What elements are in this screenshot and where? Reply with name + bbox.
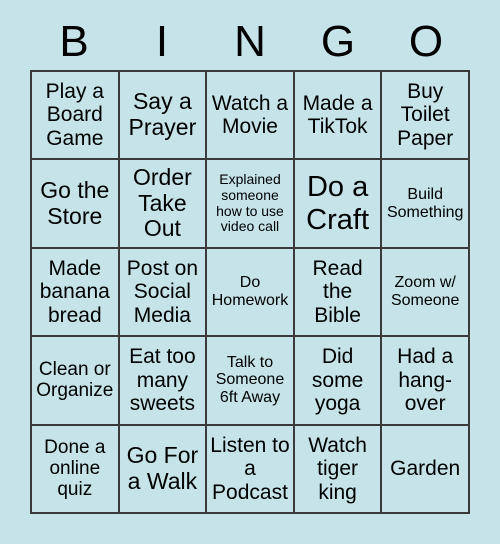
bingo-cell-label: Zoom w/ Someone <box>390 274 460 309</box>
bingo-header: B I N G O <box>30 14 470 70</box>
bingo-cell-label: Made a TikTok <box>302 91 373 139</box>
bingo-cell[interactable]: Watch tiger king <box>294 425 383 514</box>
bingo-cell-label: Did some yoga <box>311 345 364 416</box>
bingo-cell[interactable]: Build Something <box>382 160 470 249</box>
bingo-cell-label: Go the Store <box>40 176 110 229</box>
bingo-cell[interactable]: Say a Prayer <box>119 72 208 161</box>
bingo-cell[interactable]: Go the Store <box>32 160 120 249</box>
header-letter-o: O <box>408 17 444 66</box>
bingo-cell[interactable]: Do Homework <box>207 248 295 338</box>
bingo-grid: Play a Board Game Say a Prayer Watch a Mov… <box>30 70 470 514</box>
bingo-cell[interactable]: Zoom w/ Someone <box>382 248 470 338</box>
bingo-cell-label: Watch tiger king <box>308 433 367 504</box>
header-letter-i: I <box>155 17 169 66</box>
bingo-cell-label: Post on Social Media <box>126 256 198 327</box>
bingo-cell[interactable]: Did some yoga <box>294 337 383 426</box>
bingo-cell-label: Clean or Organize <box>36 359 114 402</box>
bingo-cell-label: Play a Board Game <box>45 79 104 150</box>
bingo-cell[interactable]: Play a Board Game <box>32 72 120 161</box>
bingo-cell-label: Go For a Walk <box>126 442 199 494</box>
bingo-cell-label: Done a online quiz <box>44 436 106 501</box>
bingo-cell-label: Eat too many sweets <box>129 345 196 416</box>
bingo-cell-label: Had a hang-over <box>397 345 454 416</box>
bingo-cell-label: Garden <box>390 457 461 481</box>
header-letter-b: B <box>59 17 89 66</box>
bingo-cell-label: Buy Toilet Paper <box>397 79 454 150</box>
bingo-cell[interactable]: Go For a Walk <box>119 425 208 514</box>
bingo-cell[interactable]: Had a hang-over <box>382 337 470 426</box>
bingo-cell-label: Made banana bread <box>39 256 110 327</box>
bingo-cell-label: Watch a Movie <box>211 91 289 139</box>
bingo-cell-label: Explained someone how to use video call <box>216 171 284 235</box>
bingo-cell[interactable]: Order Take Out <box>119 160 208 249</box>
bingo-cell[interactable]: Post on Social Media <box>119 248 208 338</box>
bingo-cell-label: Listen to a Podcast <box>210 433 290 504</box>
bingo-cell[interactable]: Buy Toilet Paper <box>382 72 470 161</box>
bingo-cell[interactable]: Done a online quiz <box>32 425 120 514</box>
header-letter-g: G <box>320 17 356 66</box>
bingo-cell-label: Do a Craft <box>306 171 370 236</box>
bingo-cell[interactable]: Eat too many sweets <box>119 337 208 426</box>
bingo-cell-label: Talk to Someone 6ft Away <box>215 353 285 407</box>
bingo-cell-label: Read the Bible <box>312 256 363 327</box>
bingo-cell[interactable]: Clean or Organize <box>32 337 120 426</box>
bingo-card: B I N G O Play a Board Game Say a Prayer W… <box>0 0 500 544</box>
header-letter-n: N <box>234 17 266 66</box>
bingo-cell-label: Do Homework <box>211 274 289 309</box>
bingo-cell-label: Build Something <box>386 185 464 221</box>
bingo-cell[interactable]: Explained someone how to use video call <box>207 160 295 249</box>
bingo-cell[interactable]: Watch a Movie <box>207 72 295 161</box>
bingo-cell[interactable]: Do a Craft <box>294 160 383 249</box>
bingo-cell[interactable]: Talk to Someone 6ft Away <box>207 337 295 426</box>
bingo-cell[interactable]: Made a TikTok <box>294 72 383 161</box>
bingo-cell-label: Order Take Out <box>132 163 192 242</box>
bingo-cell[interactable]: Garden <box>382 425 470 514</box>
bingo-cell-label: Say a Prayer <box>128 88 197 141</box>
bingo-cell[interactable]: Made banana bread <box>32 248 120 338</box>
bingo-cell[interactable]: Read the Bible <box>294 248 383 338</box>
bingo-cell[interactable]: Listen to a Podcast <box>207 425 295 514</box>
